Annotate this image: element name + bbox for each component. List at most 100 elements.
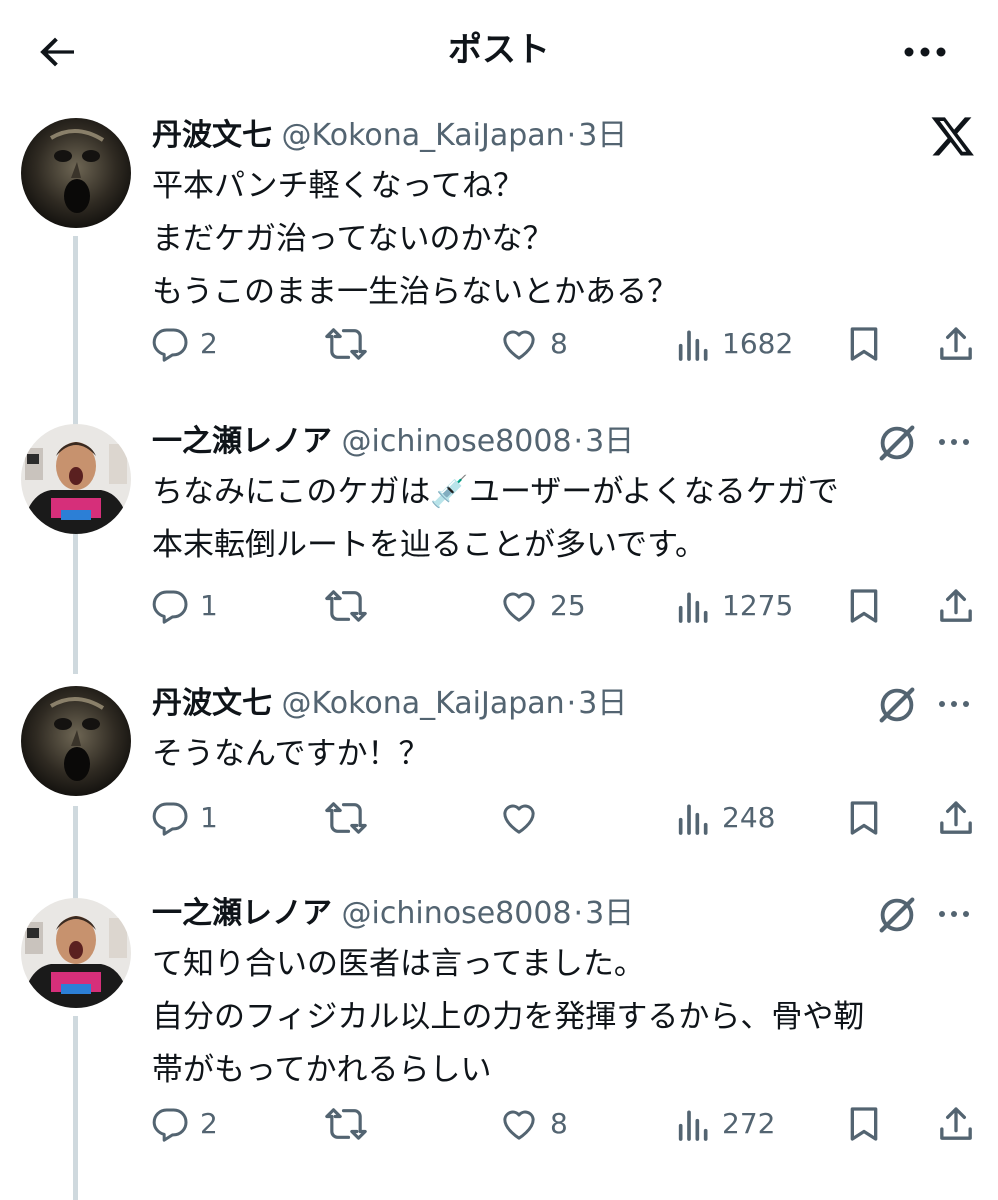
grok-icon[interactable]	[874, 682, 920, 728]
author-name[interactable]: 丹波文七	[152, 686, 272, 721]
more-horizontal-icon	[939, 701, 969, 707]
post-text-line: そうなんですか！？	[152, 736, 430, 772]
heart-icon	[503, 592, 535, 622]
like-button[interactable]: 8	[498, 1102, 568, 1146]
views-button[interactable]: 248	[676, 796, 775, 840]
separator: ·	[573, 424, 584, 459]
reply-button[interactable]: 1	[150, 796, 218, 840]
bookmark-button[interactable]	[846, 322, 882, 366]
share-icon	[940, 1107, 972, 1140]
like-count: 25	[550, 589, 586, 622]
timestamp[interactable]: 3日	[578, 118, 627, 153]
reply-icon	[152, 1108, 188, 1142]
repost-button[interactable]	[324, 796, 378, 840]
post-text: て知り合いの医者は言ってました。 自分のフィジカル以上の力を発揮するから、骨や靭…	[152, 938, 972, 1097]
author-handle[interactable]: @Kokona_KaiJapan	[282, 118, 565, 153]
reply-count: 1	[200, 801, 218, 834]
post-more-button[interactable]	[930, 892, 978, 936]
author-handle[interactable]: @Kokona_KaiJapan	[282, 686, 565, 721]
post-more-button[interactable]	[930, 682, 978, 726]
timestamp[interactable]: 3日	[578, 686, 627, 721]
repost-button[interactable]	[324, 322, 378, 366]
post-text: 平本パンチ軽くなってね？ まだケガ治ってないのかな？ もうこのまま一生治らないと…	[152, 160, 972, 319]
post-text-line: 自分のフィジカル以上の力を発揮するから、骨や靭	[152, 999, 865, 1035]
views-button[interactable]: 272	[676, 1102, 775, 1146]
views-button[interactable]: 1682	[676, 322, 793, 366]
timestamp[interactable]: 3日	[585, 424, 634, 459]
repost-button[interactable]	[324, 1102, 378, 1146]
reply-count: 1	[200, 589, 218, 622]
more-options-button[interactable]	[896, 28, 954, 76]
author-name[interactable]: 一之瀬レノア	[152, 424, 332, 459]
bookmark-button[interactable]	[846, 1102, 882, 1146]
avatar[interactable]	[21, 424, 131, 534]
bookmark-icon	[850, 1107, 878, 1141]
like-button[interactable]: 25	[498, 584, 586, 628]
man-shouting-avatar	[21, 424, 131, 534]
like-button[interactable]: 8	[498, 322, 568, 366]
post-more-button[interactable]	[930, 420, 978, 464]
post-text-line: もうこのまま一生治らないとかある？	[152, 274, 679, 310]
share-button[interactable]	[936, 584, 976, 628]
bookmark-button[interactable]	[846, 584, 882, 628]
bar-chart-icon	[678, 592, 708, 623]
bookmark-icon	[850, 801, 878, 835]
avatar[interactable]	[21, 686, 131, 796]
post-text-line: 本末転倒ルートを辿ることが多いです。	[152, 527, 706, 563]
reply-icon	[152, 590, 188, 624]
post-header: 一之瀬レノア @ichinose8008·3日	[152, 420, 634, 464]
share-icon	[940, 327, 972, 360]
post-header: 丹波文七 @Kokona_KaiJapan·3日	[152, 114, 627, 158]
dark-face-avatar	[21, 118, 131, 228]
views-button[interactable]: 1275	[676, 584, 793, 628]
page-title: ポスト	[448, 30, 550, 70]
share-button[interactable]	[936, 796, 976, 840]
post-text-line: まだケガ治ってないのかな？	[152, 221, 554, 257]
post-text: そうなんですか！？	[152, 728, 972, 781]
bookmark-button[interactable]	[846, 796, 882, 840]
bar-chart-icon	[678, 330, 708, 361]
reply-button[interactable]: 1	[150, 584, 218, 628]
reply-count: 2	[200, 327, 218, 360]
reply-button[interactable]: 2	[150, 322, 218, 366]
reply-button[interactable]: 2	[150, 1102, 218, 1146]
post-text-line: て知り合いの医者は言ってました。	[152, 946, 645, 982]
author-handle[interactable]: @ichinose8008	[342, 424, 572, 459]
post-text: ちなみにこのケガは💉ユーザーがよくなるケガで 本末転倒ルートを辿ることが多いです…	[152, 466, 972, 572]
share-button[interactable]	[936, 322, 976, 366]
timestamp[interactable]: 3日	[585, 896, 634, 931]
share-icon	[940, 589, 972, 622]
views-count: 1682	[722, 327, 794, 360]
bar-chart-icon	[678, 1110, 708, 1141]
grok-icon[interactable]	[874, 892, 920, 938]
bookmark-icon	[850, 589, 878, 623]
repost-icon	[325, 328, 367, 360]
share-button[interactable]	[936, 1102, 976, 1146]
author-handle[interactable]: @ichinose8008	[342, 896, 572, 931]
thread-line	[73, 806, 78, 900]
avatar[interactable]	[21, 118, 131, 228]
more-horizontal-icon	[939, 439, 969, 445]
author-name[interactable]: 丹波文七	[152, 118, 272, 153]
avatar[interactable]	[21, 898, 131, 1008]
like-count: 8	[550, 327, 568, 360]
thread-line	[73, 1016, 78, 1200]
heart-icon	[503, 330, 535, 360]
separator: ·	[566, 686, 577, 721]
man-shouting-avatar	[21, 898, 131, 1008]
post-header: 一之瀬レノア @ichinose8008·3日	[152, 892, 634, 936]
reply-count: 2	[200, 1107, 218, 1140]
post-text-line: 帯がもってかれるらしい	[152, 1052, 492, 1088]
grok-icon[interactable]	[874, 420, 920, 466]
post-text-line: ちなみにこのケガは💉ユーザーがよくなるケガで	[152, 474, 839, 510]
post-header: 丹波文七 @Kokona_KaiJapan·3日	[152, 682, 627, 726]
share-icon	[940, 801, 972, 834]
like-count: 8	[550, 1107, 568, 1140]
reply-icon	[152, 802, 188, 836]
more-horizontal-icon	[904, 47, 946, 57]
repost-button[interactable]	[324, 584, 378, 628]
like-button[interactable]	[498, 796, 550, 840]
author-name[interactable]: 一之瀬レノア	[152, 896, 332, 931]
views-count: 272	[722, 1107, 776, 1140]
views-count: 1275	[722, 589, 794, 622]
